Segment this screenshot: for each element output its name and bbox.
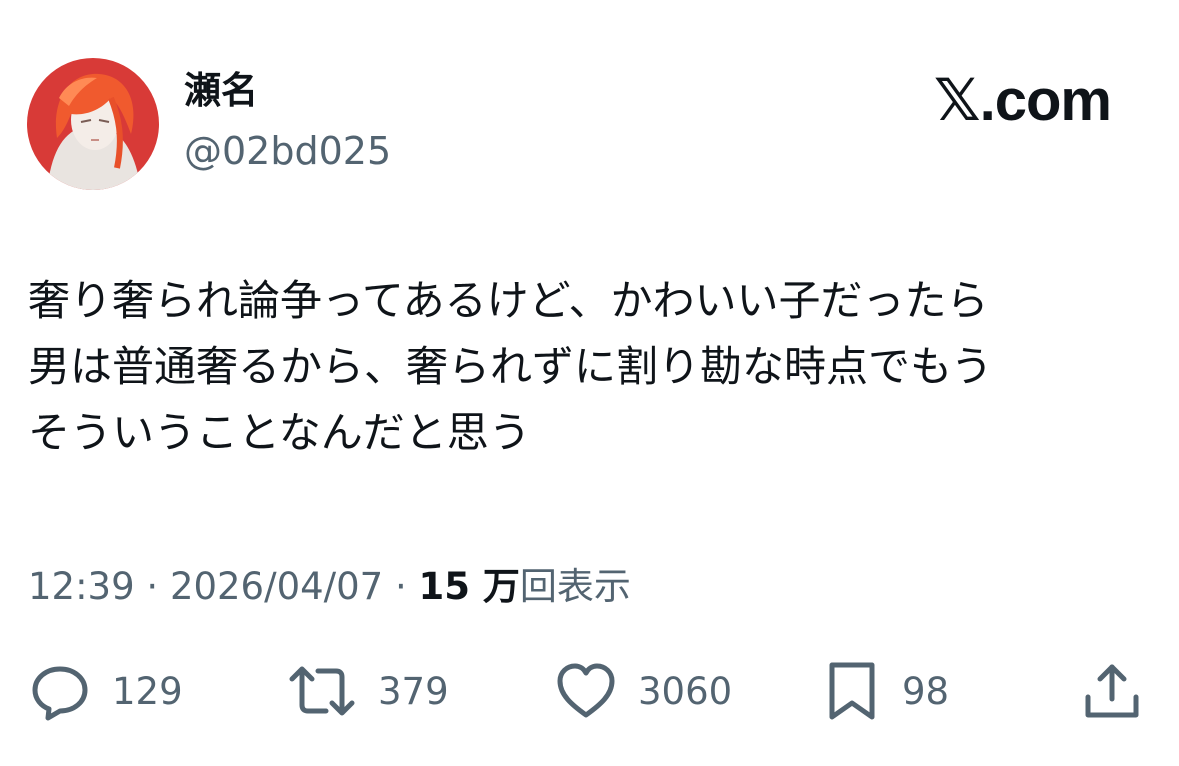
tweet-meta: 12:39 · 2026/04/07 · 15 万回表示 [28,565,631,609]
avatar[interactable] [27,58,159,190]
display-name[interactable]: 瀬名 [184,69,258,113]
reply-icon [32,666,88,721]
bookmark-icon [829,662,875,720]
views-label: 回表示 [519,565,631,608]
reply-button[interactable]: 129 [28,658,183,724]
action-bar: 129 379 3060 98 [0,658,1179,724]
tweet-time[interactable]: 12:39 [28,565,135,608]
views-count: 15 万 [418,565,520,608]
meta-separator: · [146,565,159,608]
bookmark-count: 98 [902,669,950,713]
share-button[interactable] [1080,658,1144,724]
meta-separator: · [394,565,407,608]
avatar-illustration [27,58,159,190]
repost-icon [289,666,355,716]
like-button[interactable]: 3060 [554,658,732,724]
heart-icon [557,663,615,718]
like-count: 3060 [638,669,733,713]
repost-button[interactable]: 379 [286,658,449,724]
tweet-date[interactable]: 2026/04/07 [170,565,383,608]
share-icon [1085,664,1139,718]
x-brand-logo: 𝕏.com [933,68,1112,133]
tweet-text-line: そういうことなんだと思う [28,408,531,457]
user-handle[interactable]: @02bd025 [184,129,391,174]
bookmark-button[interactable]: 98 [822,658,949,724]
tweet-text-line: 奢り奢られ論争ってあるけど、かわいい子だったら [28,276,989,325]
tweet-text-line: 男は普通奢るから、奢られずに割り勘な時点でもう [28,342,993,391]
tweet-text: 奢り奢られ論争ってあるけど、かわいい子だったら 男は普通奢るから、奢られずに割り… [28,268,1158,466]
reply-count: 129 [112,669,183,713]
repost-count: 379 [378,669,449,713]
